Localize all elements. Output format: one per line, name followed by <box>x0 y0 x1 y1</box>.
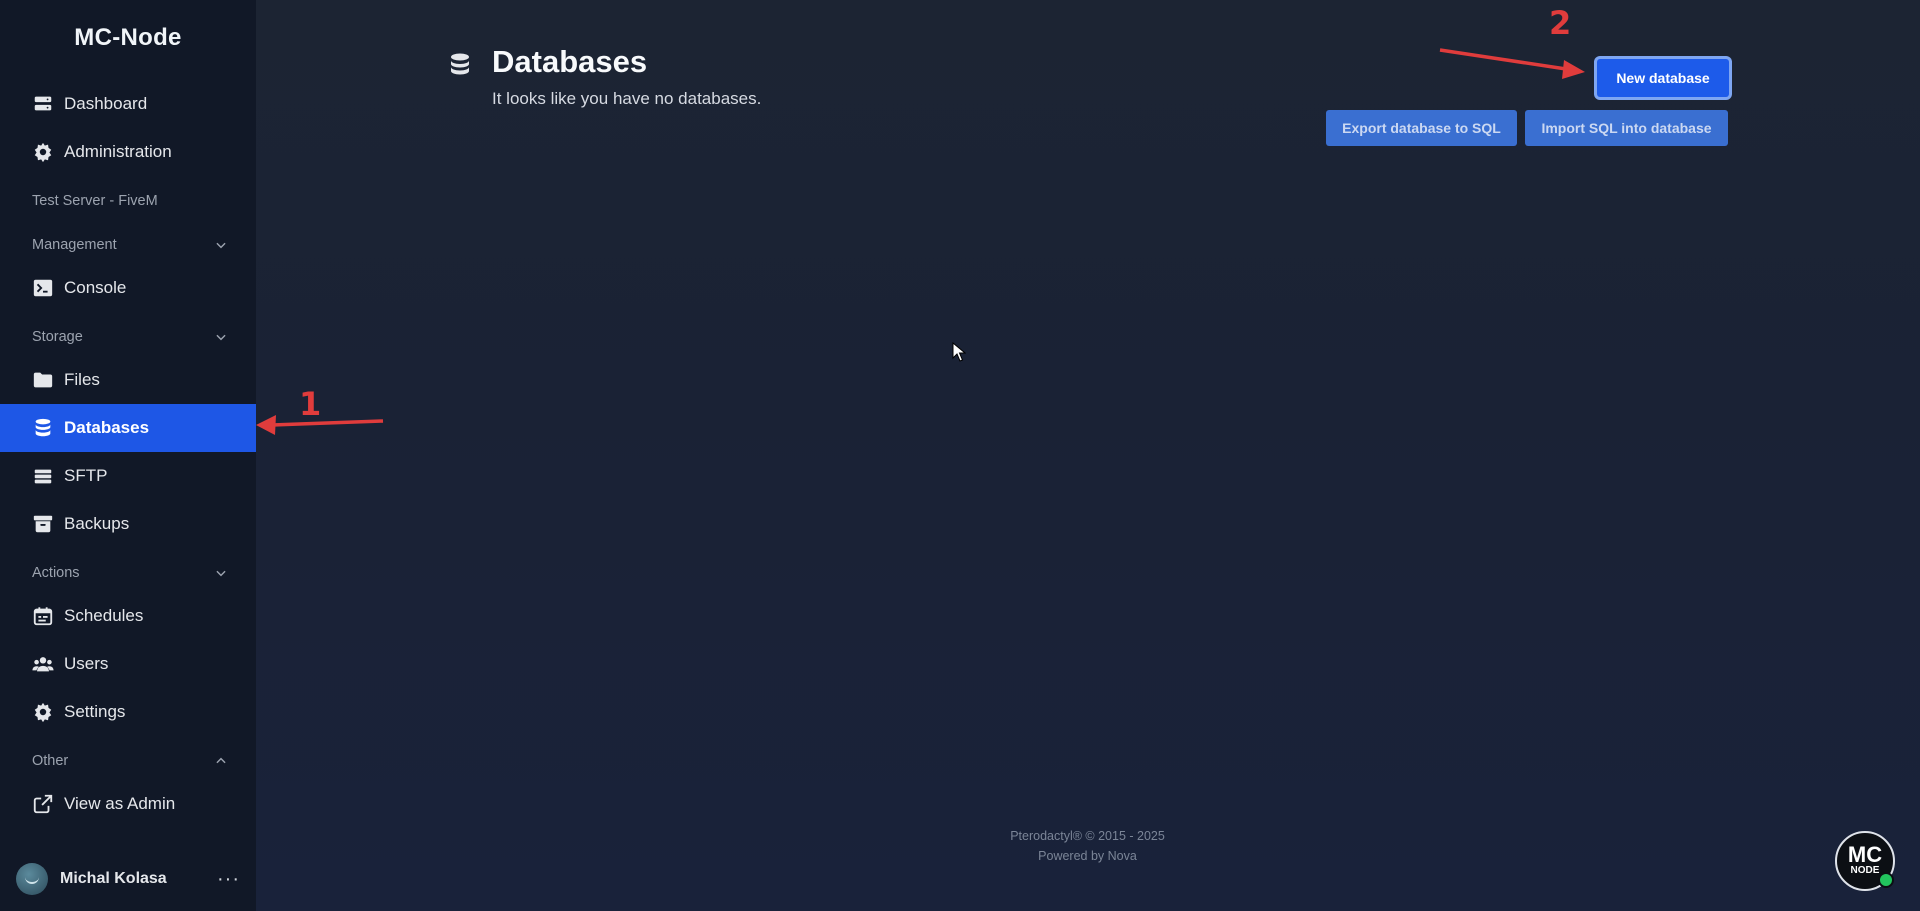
section-other[interactable]: Other <box>32 753 228 769</box>
server-name: Test Server - FiveM <box>32 193 158 209</box>
section-actions[interactable]: Actions <box>32 565 228 581</box>
sidebar-item-label: SFTP <box>64 466 108 485</box>
users-icon <box>32 653 54 675</box>
footer: Pterodactyl® © 2015 - 2025 Powered by No… <box>900 826 1275 866</box>
online-status-dot <box>1878 872 1894 888</box>
folder-icon <box>32 369 54 391</box>
sidebar-item-backups[interactable]: Backups <box>0 500 256 548</box>
logo-subtext: NODE <box>1850 865 1880 876</box>
mc-node-logo-badge[interactable]: MC NODE <box>1835 831 1895 891</box>
brand-title[interactable]: MC-Node <box>0 24 256 52</box>
sidebar-item-label: View as Admin <box>64 794 176 813</box>
avatar[interactable] <box>16 863 48 895</box>
sidebar-item-dashboard[interactable]: Dashboard <box>0 80 256 128</box>
sidebar-item-settings[interactable]: Settings <box>0 688 256 736</box>
logo-text: MC <box>1847 842 1883 867</box>
user-name: Michal Kolasa <box>60 870 167 887</box>
sidebar-item-files[interactable]: Files <box>0 356 256 404</box>
sidebar-item-administration[interactable]: Administration <box>0 128 256 176</box>
import-sql-button[interactable]: Import SQL into database <box>1525 110 1728 146</box>
sidebar-item-label: Console <box>64 278 127 297</box>
chevron-down-icon <box>216 242 226 249</box>
archive-icon <box>32 513 54 535</box>
sidebar-item-label: Backups <box>64 514 130 533</box>
external-link-icon <box>32 793 54 815</box>
gear-icon <box>32 701 54 723</box>
sidebar-item-label: Databases <box>64 418 150 437</box>
sidebar-item-sftp[interactable]: SFTP <box>0 452 256 500</box>
page-subtitle: It looks like you have no databases. <box>492 89 762 108</box>
sidebar-item-label: Dashboard <box>64 94 148 113</box>
sidebar-item-users[interactable]: Users <box>0 640 256 688</box>
export-sql-button[interactable]: Export database to SQL <box>1326 110 1517 146</box>
database-icon <box>451 53 469 75</box>
mouse-cursor-icon <box>952 342 966 362</box>
annotation-marker-2: 2 <box>1549 4 1572 42</box>
sidebar-item-label: Schedules <box>64 606 144 625</box>
sidebar: MC-Node Dashboard Administration Test Se… <box>0 0 256 911</box>
terminal-icon <box>32 277 54 299</box>
sidebar-item-view-as-admin[interactable]: View as Admin <box>0 780 256 828</box>
sidebar-item-label: Users <box>64 654 109 673</box>
sidebar-item-console[interactable]: Console <box>0 264 256 312</box>
stack-icon <box>32 465 54 487</box>
annotation-marker-1: 1 <box>299 385 322 423</box>
chevron-up-icon <box>216 757 226 764</box>
sidebar-item-label: Files <box>64 370 100 389</box>
sidebar-item-label: Settings <box>64 702 126 721</box>
gear-icon <box>32 141 54 163</box>
new-database-button[interactable]: New database <box>1597 59 1729 97</box>
sidebar-item-schedules[interactable]: Schedules <box>0 592 256 640</box>
more-options-icon[interactable]: ··· <box>217 868 240 891</box>
page-title: Databases <box>492 44 648 79</box>
user-profile[interactable]: Michal Kolasa ··· <box>16 862 240 896</box>
footer-copyright: Pterodactyl® © 2015 - 2025 <box>1010 829 1165 843</box>
calendar-icon <box>32 605 54 627</box>
chevron-down-icon <box>216 334 226 341</box>
server-icon <box>32 93 54 115</box>
sidebar-item-databases[interactable]: Databases <box>0 404 256 452</box>
database-icon <box>32 417 54 439</box>
section-storage[interactable]: Storage <box>32 329 228 345</box>
sidebar-item-label: Administration <box>64 142 172 161</box>
chevron-down-icon <box>216 570 226 577</box>
annotation-arrow-2 <box>1439 48 1585 79</box>
section-management[interactable]: Management <box>32 237 228 253</box>
footer-powered-by: Powered by Nova <box>1038 849 1137 863</box>
